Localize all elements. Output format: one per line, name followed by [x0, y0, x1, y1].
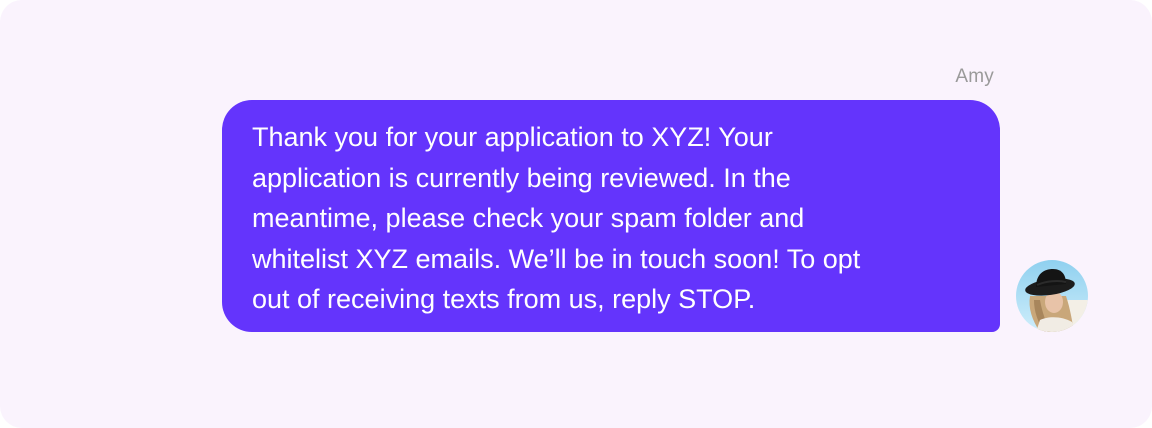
message-bubble: Thank you for your application to XYZ! Y…	[222, 100, 1000, 332]
avatar-photo-icon	[1016, 260, 1088, 332]
sender-name: Amy	[955, 66, 994, 87]
chat-panel: Amy Thank you for your application to XY…	[0, 0, 1152, 428]
message-text: Thank you for your application to XYZ! Y…	[252, 122, 861, 314]
avatar	[1016, 260, 1088, 332]
